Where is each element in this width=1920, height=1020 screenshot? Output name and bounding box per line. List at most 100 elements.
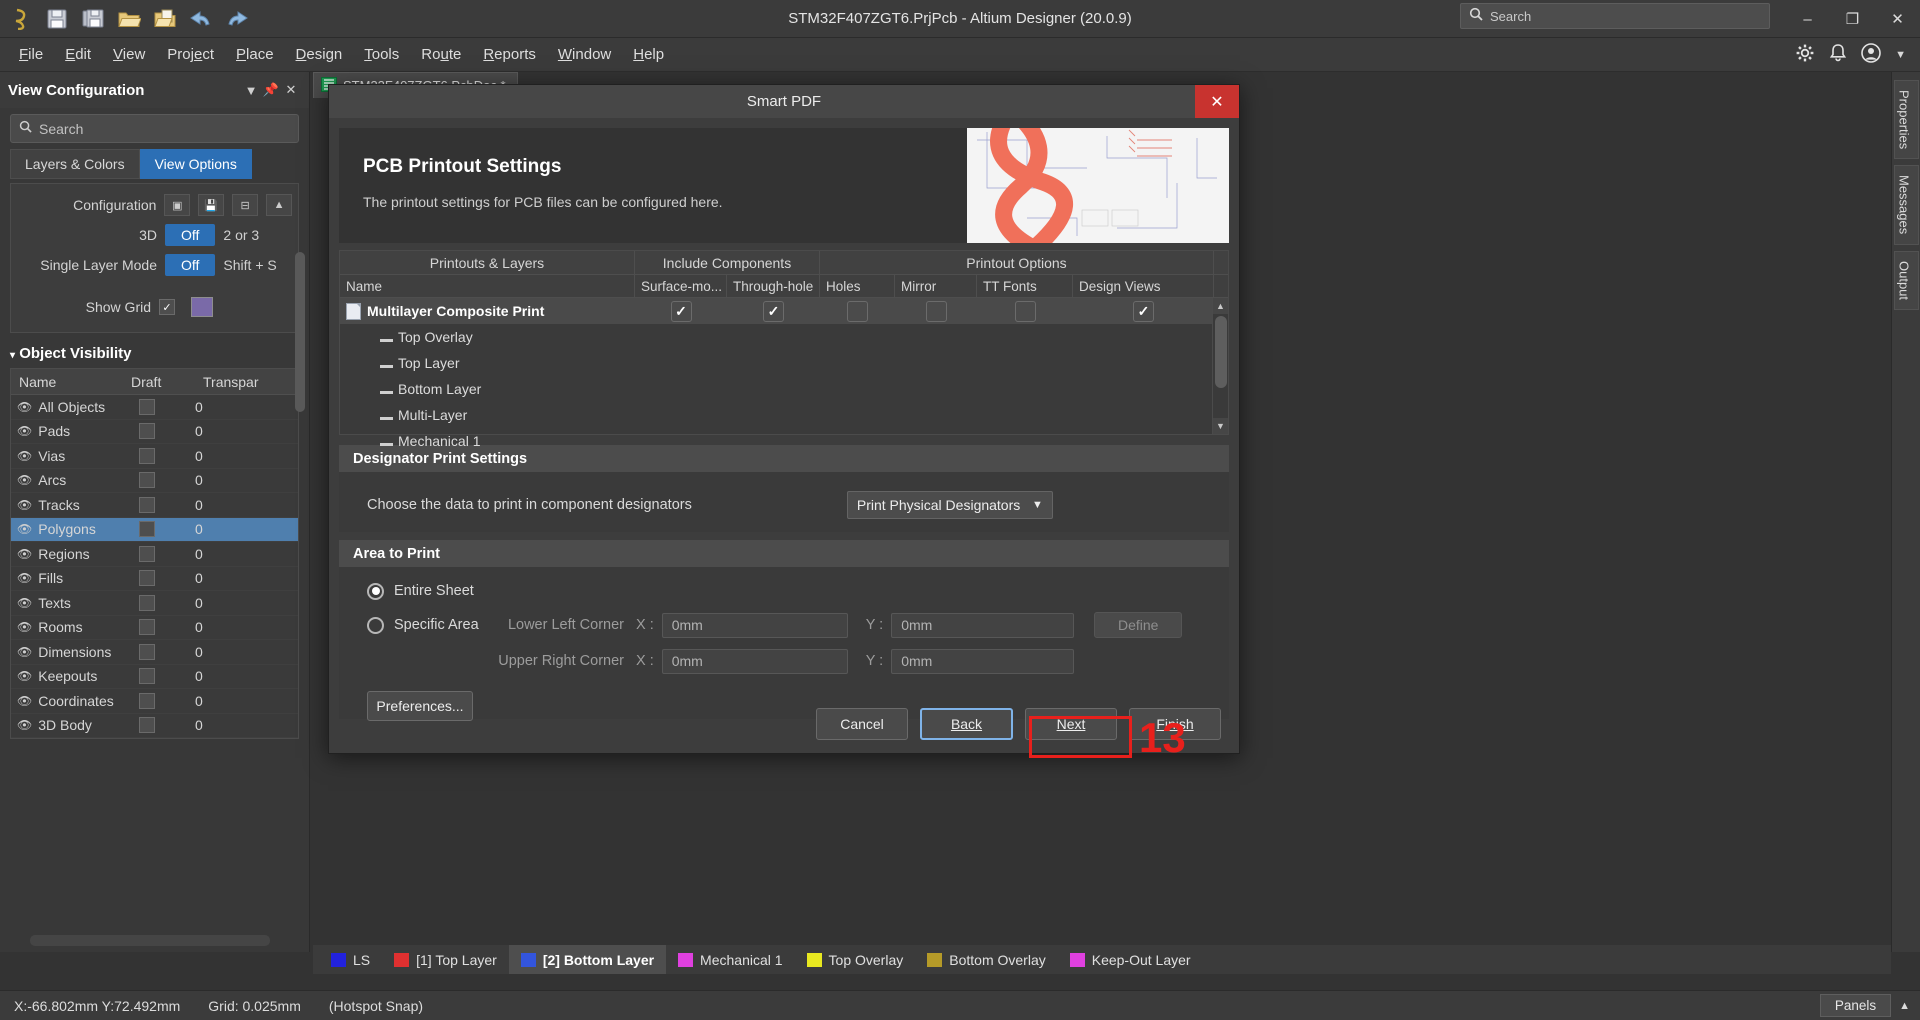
menu-tools[interactable]: Tools <box>353 42 410 67</box>
draft-checkbox[interactable] <box>139 619 155 636</box>
collapse-icon[interactable]: ▼ <box>241 83 261 98</box>
toggle-3d[interactable]: Off <box>165 224 216 246</box>
eye-icon[interactable]: 👁 <box>17 424 32 438</box>
transparency-value[interactable]: 0 <box>195 693 255 709</box>
draft-checkbox[interactable] <box>139 594 155 611</box>
object-visibility-row[interactable]: 👁 Texts 0 <box>11 591 298 616</box>
chevron-up-icon[interactable]: ▲ <box>1899 1000 1910 1012</box>
eye-icon[interactable]: 👁 <box>17 547 32 561</box>
eye-icon[interactable]: 👁 <box>17 522 32 536</box>
eye-icon[interactable]: 👁 <box>17 571 32 585</box>
config-preset-icon[interactable]: ▣ <box>164 194 191 216</box>
grid-color-swatch[interactable] <box>191 297 213 317</box>
eye-icon[interactable]: 👁 <box>17 645 32 659</box>
user-icon[interactable] <box>1861 42 1881 68</box>
menu-project[interactable]: Project <box>156 42 225 67</box>
checkbox-mirror[interactable] <box>925 300 947 322</box>
eye-icon[interactable]: 👁 <box>17 473 32 487</box>
col-name[interactable]: Name <box>340 275 635 297</box>
minimize-button[interactable]: – <box>1785 0 1830 38</box>
layer-tab[interactable]: Keep-Out Layer <box>1058 945 1203 974</box>
layer-tab[interactable]: Mechanical 1 <box>666 945 795 974</box>
table-row[interactable]: Multi-Layer <box>340 402 1228 428</box>
object-visibility-row[interactable]: 👁 Coordinates 0 <box>11 689 298 714</box>
object-visibility-row[interactable]: 👁 Dimensions 0 <box>11 640 298 665</box>
object-visibility-row[interactable]: 👁 Polygons 0 <box>11 517 298 542</box>
draft-checkbox[interactable] <box>139 398 155 415</box>
draft-checkbox[interactable] <box>139 423 155 440</box>
draft-checkbox[interactable] <box>139 521 155 538</box>
tab-layers-and-colors[interactable]: Layers & Colors <box>10 149 140 179</box>
draft-checkbox[interactable] <box>139 668 155 685</box>
save-all-icon[interactable] <box>76 3 110 35</box>
menu-window[interactable]: Window <box>547 42 622 67</box>
scrollbar-thumb[interactable] <box>295 252 305 412</box>
menu-reports[interactable]: Reports <box>472 42 547 67</box>
define-button[interactable]: Define <box>1094 612 1183 638</box>
col-holes[interactable]: Holes <box>820 275 895 297</box>
back-button[interactable]: Back <box>920 708 1013 740</box>
panel-search-input[interactable]: Search <box>39 121 83 137</box>
eye-icon[interactable]: 👁 <box>17 694 32 708</box>
checkbox-holes[interactable] <box>847 300 868 322</box>
object-visibility-row[interactable]: 👁 Pads 0 <box>11 420 298 444</box>
transparency-value[interactable]: 0 <box>195 497 255 513</box>
input-upper-right-x[interactable]: 0mm <box>661 648 848 674</box>
radio-specific-area[interactable] <box>367 616 384 634</box>
draft-checkbox[interactable] <box>139 447 155 464</box>
draft-checkbox[interactable] <box>139 472 155 489</box>
input-lower-left-y[interactable]: 0mm <box>891 612 1075 638</box>
panels-button[interactable]: Panels <box>1819 994 1892 1017</box>
transparency-value[interactable]: 0 <box>195 595 255 611</box>
table-row[interactable]: Multilayer Composite Print ✓ ✓ ✓ <box>340 298 1228 324</box>
layer-set-button[interactable]: LS <box>319 945 382 974</box>
layer-tab[interactable]: Bottom Overlay <box>915 945 1057 974</box>
col-design-views[interactable]: Design Views <box>1073 275 1214 297</box>
save-icon[interactable] <box>40 3 74 35</box>
designator-dropdown[interactable]: Print Physical Designators ▼ <box>846 491 1053 519</box>
panel-vertical-scrollbar[interactable] <box>295 192 305 562</box>
object-visibility-row[interactable]: 👁 Fills 0 <box>11 567 298 591</box>
menu-place[interactable]: Place <box>225 42 285 67</box>
input-upper-right-y[interactable]: 0mm <box>891 648 1075 674</box>
scroll-down-icon[interactable]: ▼ <box>1213 418 1228 434</box>
draft-checkbox[interactable] <box>139 545 155 562</box>
checkbox-surface-mount[interactable]: ✓ <box>670 300 692 322</box>
scroll-up-icon[interactable]: ▲ <box>1213 298 1228 314</box>
menu-design[interactable]: Design <box>285 42 354 67</box>
table-row[interactable]: Mechanical 1 <box>340 428 1228 454</box>
draft-checkbox[interactable] <box>139 643 155 660</box>
open-project-icon[interactable] <box>148 3 182 35</box>
transparency-value[interactable]: 0 <box>195 570 255 586</box>
pin-icon[interactable]: 📌 <box>261 82 281 98</box>
layer-tab[interactable]: Top Overlay <box>795 945 916 974</box>
object-visibility-row[interactable]: 👁 Keepouts 0 <box>11 665 298 689</box>
layer-tab[interactable]: [1] Top Layer <box>382 945 509 974</box>
transparency-value[interactable]: 0 <box>195 521 255 537</box>
draft-checkbox[interactable] <box>139 496 155 513</box>
object-visibility-row[interactable]: 👁 Regions 0 <box>11 542 298 567</box>
config-scroll-up-icon[interactable]: ▲ <box>266 194 292 216</box>
redo-icon[interactable] <box>220 3 254 35</box>
eye-icon[interactable]: 👁 <box>17 669 32 683</box>
panel-search-box[interactable]: Search <box>10 114 299 143</box>
transparency-value[interactable]: 0 <box>195 472 255 488</box>
gear-icon[interactable] <box>1795 43 1815 68</box>
config-delete-icon[interactable]: ⊟ <box>232 194 259 216</box>
dock-tab-messages[interactable]: Messages <box>1893 165 1919 245</box>
eye-icon[interactable]: 👁 <box>17 596 32 610</box>
close-icon[interactable]: ✕ <box>281 82 301 98</box>
menu-edit[interactable]: Edit <box>54 42 102 67</box>
col-mirror[interactable]: Mirror <box>895 275 977 297</box>
config-save-icon[interactable]: 💾 <box>198 194 225 216</box>
checkbox-tt-fonts[interactable] <box>1014 300 1036 322</box>
eye-icon[interactable]: 👁 <box>17 620 32 634</box>
toggle-single-layer-mode[interactable]: Off <box>165 254 216 276</box>
panel-horizontal-scrollbar[interactable] <box>30 935 270 946</box>
draft-checkbox[interactable] <box>139 570 155 587</box>
tab-view-options[interactable]: View Options <box>139 149 252 179</box>
object-visibility-row[interactable]: 👁 All Objects 0 <box>11 395 298 420</box>
transparency-value[interactable]: 0 <box>195 546 255 562</box>
eye-icon[interactable]: 👁 <box>17 498 32 512</box>
undo-icon[interactable] <box>184 3 218 35</box>
